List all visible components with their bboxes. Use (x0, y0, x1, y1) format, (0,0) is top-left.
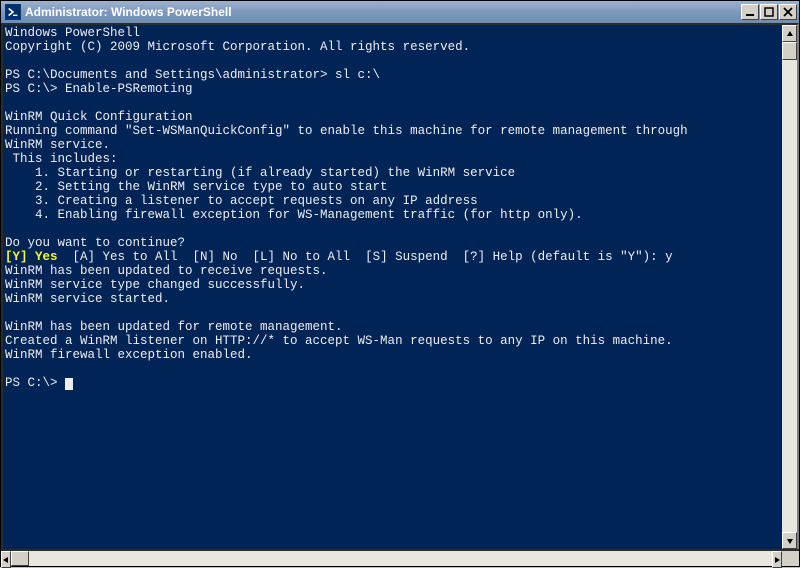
vertical-scrollbar[interactable] (782, 23, 799, 549)
default-choice: [Y] Yes (5, 250, 58, 264)
console-line: WinRM service started. (5, 292, 170, 306)
horizontal-scroll-thumb[interactable] (11, 551, 29, 566)
powershell-window: Administrator: Windows PowerShell Window… (0, 0, 800, 567)
scroll-up-button[interactable] (782, 25, 797, 42)
console-line: 4. Enabling firewall exception for WS-Ma… (5, 208, 583, 222)
scroll-right-button[interactable] (772, 551, 782, 568)
console-line: WinRM service type changed successfully. (5, 278, 305, 292)
minimize-button[interactable] (741, 4, 759, 20)
cursor (65, 378, 73, 390)
console-line: PS C:\> Enable-PSRemoting (5, 82, 193, 96)
console-output[interactable]: Windows PowerShell Copyright (C) 2009 Mi… (1, 23, 782, 549)
console-line: WinRM Quick Configuration (5, 110, 193, 124)
horizontal-scrollbar[interactable] (1, 551, 782, 566)
console-line: 3. Creating a listener to accept request… (5, 194, 478, 208)
scroll-left-button[interactable] (1, 551, 11, 568)
maximize-button[interactable] (760, 4, 778, 20)
confirm-prompt-line: [Y] Yes [A] Yes to All [N] No [L] No to … (5, 250, 780, 264)
console-line: Do you want to continue? (5, 236, 185, 250)
window-controls (741, 4, 797, 20)
prompt-line[interactable]: PS C:\> (5, 376, 65, 390)
close-button[interactable] (779, 4, 797, 20)
scroll-down-button[interactable] (782, 532, 797, 549)
console-line: WinRM has been updated to receive reques… (5, 264, 328, 278)
titlebar[interactable]: Administrator: Windows PowerShell (1, 1, 799, 23)
vertical-scroll-thumb[interactable] (782, 42, 797, 60)
console-line: Running command "Set-WSManQuickConfig" t… (5, 124, 688, 138)
console-line: Copyright (C) 2009 Microsoft Corporation… (5, 40, 470, 54)
vertical-scroll-track[interactable] (782, 42, 797, 532)
prompt-options: [A] Yes to All [N] No [L] No to All [S] … (58, 250, 673, 264)
console-area: Windows PowerShell Copyright (C) 2009 Mi… (1, 23, 799, 566)
powershell-icon (5, 4, 21, 20)
console-line: WinRM service. (5, 138, 110, 152)
scrollbar-corner (782, 551, 799, 566)
window-title: Administrator: Windows PowerShell (25, 5, 741, 19)
console-line: This includes: (5, 152, 118, 166)
console-line: WinRM firewall exception enabled. (5, 348, 253, 362)
console-line: Windows PowerShell (5, 26, 140, 40)
console-line: PS C:\Documents and Settings\administrat… (5, 68, 380, 82)
console-line: 2. Setting the WinRM service type to aut… (5, 180, 388, 194)
console-line: Created a WinRM listener on HTTP://* to … (5, 334, 673, 348)
console-line: 1. Starting or restarting (if already st… (5, 166, 515, 180)
console-line: WinRM has been updated for remote manage… (5, 320, 343, 334)
horizontal-scroll-track[interactable] (11, 551, 772, 566)
